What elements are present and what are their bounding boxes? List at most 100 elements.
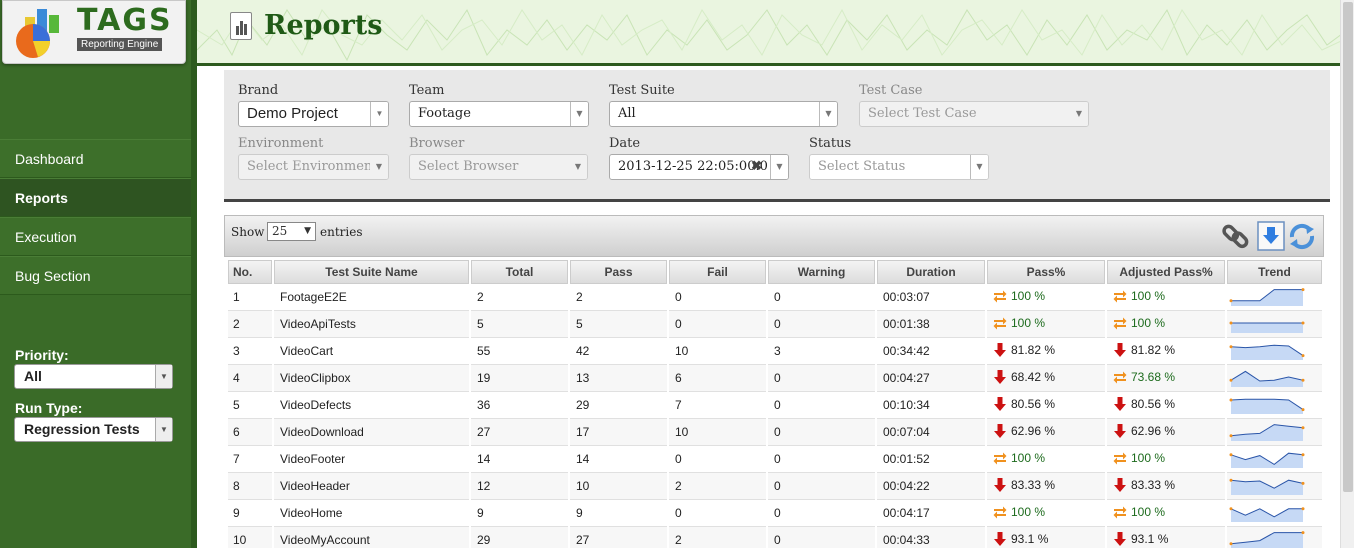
pass-pct-text: 100 % <box>1011 504 1046 519</box>
column-header-total[interactable]: Total <box>471 260 568 284</box>
table-row[interactable]: 8 VideoHeader 12 10 2 0 00:04:22 83.33 % 83.33 % <box>228 473 1322 500</box>
cell-pass-pct: 100 % <box>987 446 1105 473</box>
cell-pass: 29 <box>570 392 667 419</box>
run-type-select[interactable]: Regression Tests ▼ <box>14 417 173 442</box>
cell-pass: 13 <box>570 365 667 392</box>
unchanged-arrows-icon <box>993 452 1007 464</box>
pass-pct-text: 93.1 % <box>1011 531 1049 546</box>
pass-pct-text: 100 % <box>1011 450 1046 465</box>
browser-select[interactable]: Select Browser ▼ <box>409 154 588 180</box>
sidebar-item-dashboard[interactable]: Dashboard <box>0 139 191 178</box>
cell-warning: 0 <box>768 392 875 419</box>
pass-pct-value: 68.42 % <box>993 369 1055 384</box>
chevron-down-icon: ▼ <box>304 226 311 236</box>
date-select[interactable]: 2013-12-25 22:05:00.0 ✖ ▼ <box>609 154 789 180</box>
download-icon[interactable] <box>1257 221 1287 251</box>
table-row[interactable]: 7 VideoFooter 14 14 0 0 00:01:52 100 % 100 % <box>228 446 1322 473</box>
trend-sparkline <box>1229 530 1305 548</box>
adjusted-pass-pct-text: 83.33 % <box>1131 477 1176 492</box>
adjusted-pass-pct-value: 80.56 % <box>1113 396 1176 411</box>
environment-select[interactable]: Select Environment ▼ <box>238 154 389 180</box>
link-icon[interactable] <box>1221 221 1251 251</box>
pass-pct-text: 81.82 % <box>1011 342 1056 357</box>
refresh-icon[interactable] <box>1287 221 1317 251</box>
adjusted-pass-pct-text: 73.68 % <box>1131 369 1176 384</box>
scrollbar-thumb[interactable] <box>1343 2 1353 492</box>
column-header-pass[interactable]: Pass <box>570 260 667 284</box>
cell-trend <box>1227 446 1322 473</box>
cell-trend <box>1227 500 1322 527</box>
cell-pass-pct: 83.33 % <box>987 473 1105 500</box>
pass-pct-value: 93.1 % <box>993 531 1049 546</box>
table-row[interactable]: 4 VideoClipbox 19 13 6 0 00:04:27 68.42 % 73.68 … <box>228 365 1322 392</box>
sidebar-item-reports[interactable]: Reports <box>0 178 191 217</box>
app-logo[interactable]: TAGS Reporting Engine <box>2 0 186 64</box>
page-title: Reports <box>264 10 383 41</box>
cell-row-no: 10 <box>228 527 272 548</box>
column-header-adjusted-pass-pct[interactable]: Adjusted Pass% <box>1107 260 1225 284</box>
cell-warning: 0 <box>768 419 875 446</box>
team-select[interactable]: Footage ▼ <box>409 101 589 127</box>
column-header-warning[interactable]: Warning <box>768 260 875 284</box>
unchanged-arrows-icon <box>1113 317 1127 329</box>
cell-fail: 0 <box>669 311 766 338</box>
table-row[interactable]: 9 VideoHome 9 9 0 0 00:04:17 100 % 100 % <box>228 500 1322 527</box>
cell-total: 14 <box>471 446 568 473</box>
cell-fail: 2 <box>669 473 766 500</box>
run-type-value: Regression Tests <box>24 421 140 437</box>
entries-select[interactable]: 25 ▼ <box>267 222 316 241</box>
table-row[interactable]: 3 VideoCart 55 42 10 3 00:34:42 81.82 % 81.82 % <box>228 338 1322 365</box>
cell-total: 29 <box>471 527 568 548</box>
test-case-select[interactable]: Select Test Case ▼ <box>859 101 1089 127</box>
sidebar-item-bug-section[interactable]: Bug Section <box>0 256 191 295</box>
chevron-down-icon: ▼ <box>155 418 172 441</box>
cell-adjusted-pass-pct: 100 % <box>1107 446 1225 473</box>
cell-pass: 17 <box>570 419 667 446</box>
priority-select[interactable]: All ▼ <box>14 364 173 389</box>
cell-trend <box>1227 365 1322 392</box>
adjusted-pass-pct-text: 80.56 % <box>1131 396 1176 411</box>
cell-suite-name: VideoFooter <box>274 446 469 473</box>
table-row[interactable]: 10 VideoMyAccount 29 27 2 0 00:04:33 93.1 % 93.1… <box>228 527 1322 548</box>
cell-fail: 10 <box>669 338 766 365</box>
unchanged-arrows-icon <box>993 317 1007 329</box>
cell-duration: 00:34:42 <box>877 338 985 365</box>
cell-total: 19 <box>471 365 568 392</box>
table-row[interactable]: 2 VideoApiTests 5 5 0 0 00:01:38 100 % 100 % <box>228 311 1322 338</box>
status-select[interactable]: Select Status ▼ <box>809 154 989 180</box>
column-header-pass-pct[interactable]: Pass% <box>987 260 1105 284</box>
adjusted-pass-pct-value: 100 % <box>1113 505 1165 519</box>
adjusted-pass-pct-text: 93.1 % <box>1131 531 1169 546</box>
column-header-trend[interactable]: Trend <box>1227 260 1322 284</box>
cell-adjusted-pass-pct: 100 % <box>1107 284 1225 311</box>
down-arrow-icon <box>994 342 1006 357</box>
table-row[interactable]: 5 VideoDefects 36 29 7 0 00:10:34 80.56 % 80.56 … <box>228 392 1322 419</box>
table-row[interactable]: 1 FootageE2E 2 2 0 0 00:03:07 100 % 100 % <box>228 284 1322 311</box>
browser-label: Browser <box>409 136 465 151</box>
cell-trend <box>1227 527 1322 548</box>
cell-pass: 27 <box>570 527 667 548</box>
column-header-duration[interactable]: Duration <box>877 260 985 284</box>
cell-row-no: 7 <box>228 446 272 473</box>
test-suite-select[interactable]: All ▼ <box>609 101 838 127</box>
cell-fail: 0 <box>669 284 766 311</box>
cell-fail: 7 <box>669 392 766 419</box>
brand-label: Brand <box>238 83 279 98</box>
column-header-no[interactable]: No. <box>228 260 272 284</box>
brand-select[interactable]: Demo Project ▼ <box>238 101 389 127</box>
adjusted-pass-pct-value: 100 % <box>1113 289 1165 303</box>
table-row[interactable]: 6 VideoDownload 27 17 10 0 00:07:04 62.96 % 62.9… <box>228 419 1322 446</box>
clear-icon[interactable]: ✖ <box>751 155 762 179</box>
column-header-suite-name[interactable]: Test Suite Name <box>274 260 469 284</box>
cell-fail: 0 <box>669 500 766 527</box>
column-header-fail[interactable]: Fail <box>669 260 766 284</box>
down-arrow-icon <box>1114 396 1126 411</box>
cell-warning: 0 <box>768 284 875 311</box>
cell-row-no: 5 <box>228 392 272 419</box>
trend-sparkline <box>1229 506 1305 522</box>
sidebar-item-execution[interactable]: Execution <box>0 217 191 256</box>
page-scrollbar[interactable] <box>1340 0 1354 548</box>
cell-suite-name: VideoHome <box>274 500 469 527</box>
sidebar-divider <box>191 0 197 548</box>
environment-label: Environment <box>238 136 324 151</box>
